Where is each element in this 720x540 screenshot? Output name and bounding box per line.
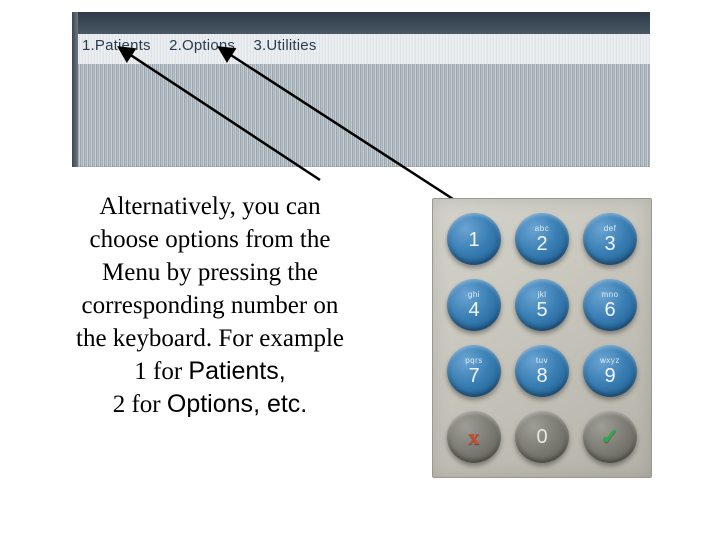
key-1-num: 1 xyxy=(468,230,479,250)
key-1[interactable]: 1 xyxy=(447,213,501,265)
key-4[interactable]: ghi4 xyxy=(447,279,501,331)
line-7a: 2 for xyxy=(113,391,167,418)
line-2: choose options from the xyxy=(90,226,331,253)
key-0[interactable]: 0 xyxy=(515,411,569,463)
key-7-sub: pqrs xyxy=(465,357,483,365)
line-3: Menu by pressing the xyxy=(102,259,318,286)
ok-icon: ✓ xyxy=(601,424,619,450)
key-2-sub: abc xyxy=(535,225,549,233)
line-7c: , etc. xyxy=(253,390,307,418)
key-2-num: 2 xyxy=(536,234,547,254)
line-6c: , xyxy=(279,357,286,385)
key-8-num: 8 xyxy=(536,366,547,386)
key-3-sub: def xyxy=(604,225,617,233)
line-5: the keyboard. For example xyxy=(76,325,344,352)
key-7-num: 7 xyxy=(468,366,479,386)
line-6b: Patients xyxy=(188,357,278,385)
menu-item-options: 2.Options xyxy=(169,37,235,54)
key-cancel[interactable]: x xyxy=(447,411,501,463)
key-0-num: 0 xyxy=(536,427,547,447)
key-4-num: 4 xyxy=(468,300,479,320)
key-9-num: 9 xyxy=(604,366,615,386)
key-5[interactable]: jkl5 xyxy=(515,279,569,331)
instruction-text: Alternatively, you can choose options fr… xyxy=(20,190,400,421)
key-6[interactable]: mno6 xyxy=(583,279,637,331)
key-2[interactable]: abc2 xyxy=(515,213,569,265)
line-1: Alternatively, you can xyxy=(99,193,320,220)
menu-item-patients: 1.Patients xyxy=(82,37,151,54)
line-7b: Options xyxy=(167,390,253,418)
key-8[interactable]: tuv8 xyxy=(515,345,569,397)
key-ok[interactable]: ✓ xyxy=(583,411,637,463)
key-5-sub: jkl xyxy=(537,291,546,299)
menu-items: 1.Patients 2.Options 3.Utilities xyxy=(82,37,331,54)
key-7[interactable]: pqrs7 xyxy=(447,345,501,397)
key-9[interactable]: wxyz9 xyxy=(583,345,637,397)
key-3-num: 3 xyxy=(604,234,615,254)
cancel-icon: x xyxy=(469,424,480,450)
crt-dark-band xyxy=(72,12,650,34)
menu-bar-photo: 1.Patients 2.Options 3.Utilities xyxy=(72,12,650,167)
key-6-sub: mno xyxy=(601,291,618,299)
line-4: corresponding number on xyxy=(82,292,339,319)
key-4-sub: ghi xyxy=(468,291,480,299)
line-6a: 1 for xyxy=(134,358,188,385)
key-9-sub: wxyz xyxy=(600,357,620,365)
key-6-num: 6 xyxy=(604,300,615,320)
key-3[interactable]: def3 xyxy=(583,213,637,265)
crt-left-edge xyxy=(72,12,78,167)
key-5-num: 5 xyxy=(536,300,547,320)
numeric-keypad: 1 abc2 def3 ghi4 jkl5 mno6 pqrs7 tuv8 wx… xyxy=(432,198,652,478)
key-8-sub: tuv xyxy=(536,357,548,365)
menu-item-utilities: 3.Utilities xyxy=(253,37,316,54)
